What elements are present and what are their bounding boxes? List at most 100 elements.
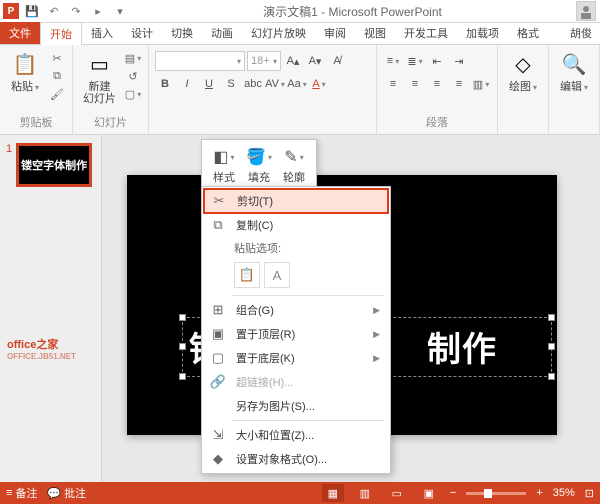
- ribbon-paragraph: ≡▾ ≣▾ ⇤ ⇥ ≡ ≡ ≡ ≡ ▥▾ 段落: [377, 45, 498, 134]
- zoom-out[interactable]: −: [450, 487, 456, 499]
- mini-outline-label: 轮廓: [283, 169, 305, 185]
- indent-dec-icon[interactable]: ⇤: [427, 51, 447, 71]
- ctx-send-back[interactable]: ▢ 置于底层(K) ▶: [204, 346, 388, 370]
- qat-undo-icon[interactable]: ↶: [45, 2, 63, 20]
- new-slide-button[interactable]: ▭ 新建 幻灯片: [79, 47, 120, 107]
- paste-opt-theme[interactable]: 📋: [234, 262, 260, 288]
- layout-icon[interactable]: ▤▾: [124, 50, 142, 66]
- status-comments[interactable]: 💬 批注: [47, 485, 86, 501]
- group-icon: ⊞: [208, 302, 228, 318]
- tab-transitions[interactable]: 切换: [162, 22, 202, 44]
- copy-icon[interactable]: ⧉: [48, 68, 66, 84]
- qat-redo-icon[interactable]: ↷: [67, 2, 85, 20]
- ctx-group[interactable]: ⊞ 组合(G) ▶: [204, 298, 388, 322]
- slide-thumbnail[interactable]: 镂空字体制作: [16, 143, 92, 187]
- ctx-size-position[interactable]: ⇲ 大小和位置(Z)...: [204, 423, 388, 447]
- paste-opt-picture[interactable]: A: [264, 262, 290, 288]
- spacing-button[interactable]: AV▾: [265, 74, 285, 94]
- clear-format-icon[interactable]: A̸: [327, 51, 347, 71]
- mini-outline-button[interactable]: ✎▾ 轮廓: [278, 144, 310, 187]
- qat-start-icon[interactable]: ▸: [89, 2, 107, 20]
- zoom-slider[interactable]: [466, 492, 526, 495]
- tab-addins[interactable]: 加载项: [457, 22, 508, 44]
- sel-handle-se[interactable]: [548, 373, 555, 380]
- view-reading-icon[interactable]: ▭: [386, 484, 408, 502]
- view-normal-icon[interactable]: ▦: [322, 484, 344, 502]
- ctx-sep-1: [232, 295, 384, 296]
- ribbon-drawing: ◇ 绘图▾: [498, 45, 549, 134]
- size-icon: ⇲: [208, 427, 228, 443]
- view-slideshow-icon[interactable]: ▣: [418, 484, 440, 502]
- mini-fill-button[interactable]: 🪣▾ 填充: [243, 144, 275, 187]
- shadow-button[interactable]: S: [221, 74, 241, 94]
- grow-font-icon[interactable]: A▴: [283, 51, 303, 71]
- zoom-in[interactable]: +: [536, 487, 542, 499]
- sel-handle-w[interactable]: [179, 343, 186, 350]
- sel-handle-nw[interactable]: [179, 314, 186, 321]
- drawing-button[interactable]: ◇ 绘图▾: [504, 47, 542, 96]
- cut-icon[interactable]: ✂: [48, 50, 66, 66]
- ctx-group-label: 组合(G): [236, 302, 365, 318]
- align-center-icon[interactable]: ≡: [405, 74, 425, 94]
- mini-style-button[interactable]: ◧▾ 样式: [208, 144, 240, 187]
- zoom-thumb[interactable]: [484, 489, 492, 498]
- tab-file[interactable]: 文件: [0, 22, 40, 44]
- tab-review[interactable]: 审阅: [315, 22, 355, 44]
- status-notes[interactable]: ≡ 备注: [6, 485, 37, 501]
- tab-home[interactable]: 开始: [40, 22, 82, 45]
- thumbnail-pane[interactable]: 1 镂空字体制作: [0, 135, 102, 482]
- change-case-button[interactable]: Aa▾: [287, 74, 307, 94]
- sel-handle-ne[interactable]: [548, 314, 555, 321]
- qat-customize-icon[interactable]: ▾: [111, 2, 129, 20]
- window-title: 演示文稿1 - Microsoft PowerPoint: [129, 3, 576, 20]
- fit-window-icon[interactable]: ⊡: [585, 487, 594, 500]
- underline-button[interactable]: U: [199, 74, 219, 94]
- view-sorter-icon[interactable]: ▥: [354, 484, 376, 502]
- tab-developer[interactable]: 开发工具: [395, 22, 457, 44]
- justify-icon[interactable]: ≡: [449, 74, 469, 94]
- format-painter-icon[interactable]: 🖌: [48, 86, 66, 102]
- numbering-icon[interactable]: ≣▾: [405, 51, 425, 71]
- tab-view[interactable]: 视图: [355, 22, 395, 44]
- shrink-font-icon[interactable]: A▾: [305, 51, 325, 71]
- clipboard-label: 剪贴板: [6, 114, 66, 132]
- font-family-select[interactable]: ▾: [155, 51, 245, 71]
- copy-icon: ⧉: [208, 217, 228, 233]
- tab-format[interactable]: 格式: [508, 22, 548, 44]
- bold-button[interactable]: B: [155, 74, 175, 94]
- tab-user[interactable]: 胡俊: [561, 22, 600, 44]
- qat-save-icon[interactable]: 💾: [23, 2, 41, 20]
- ribbon-clipboard: 📋 粘贴▾ ✂ ⧉ 🖌 剪贴板: [0, 45, 73, 134]
- sel-handle-sw[interactable]: [179, 373, 186, 380]
- align-right-icon[interactable]: ≡: [427, 74, 447, 94]
- style-icon: ◧▾: [213, 146, 235, 168]
- strike-button[interactable]: abc: [243, 74, 263, 94]
- italic-button[interactable]: I: [177, 74, 197, 94]
- columns-icon[interactable]: ▥▾: [471, 74, 491, 94]
- ctx-cut[interactable]: ✂ 剪切(T): [204, 189, 388, 213]
- font-size-select[interactable]: 18+▾: [247, 51, 281, 71]
- align-left-icon[interactable]: ≡: [383, 74, 403, 94]
- tab-insert[interactable]: 插入: [82, 22, 122, 44]
- paste-label: 粘贴: [11, 81, 33, 93]
- indent-inc-icon[interactable]: ⇥: [449, 51, 469, 71]
- ribbon: 📋 粘贴▾ ✂ ⧉ 🖌 剪贴板 ▭ 新建 幻灯片 ▤▾ ↺ ▢▾ 幻灯片: [0, 45, 600, 135]
- ctx-cut-label: 剪切(T): [237, 193, 379, 209]
- sel-handle-e[interactable]: [548, 343, 555, 350]
- editing-button[interactable]: 🔍 编辑▾: [555, 47, 593, 96]
- ctx-save-as-pic[interactable]: 另存为图片(S)...: [204, 394, 388, 418]
- section-icon[interactable]: ▢▾: [124, 86, 142, 102]
- reset-icon[interactable]: ↺: [124, 68, 142, 84]
- tab-slideshow[interactable]: 幻灯片放映: [242, 22, 315, 44]
- tab-design[interactable]: 设计: [122, 22, 162, 44]
- ctx-bring-front[interactable]: ▣ 置于顶层(R) ▶: [204, 322, 388, 346]
- ctx-copy[interactable]: ⧉ 复制(C): [204, 213, 388, 237]
- font-color-button[interactable]: A▾: [309, 74, 329, 94]
- user-avatar[interactable]: [576, 1, 596, 21]
- zoom-value[interactable]: 35%: [553, 487, 575, 499]
- bullets-icon[interactable]: ≡▾: [383, 51, 403, 71]
- paste-button[interactable]: 📋 粘贴▾: [6, 47, 44, 96]
- ctx-format-object[interactable]: ◆ 设置对象格式(O)...: [204, 447, 388, 471]
- tab-animations[interactable]: 动画: [202, 22, 242, 44]
- font-group-label: [155, 130, 370, 132]
